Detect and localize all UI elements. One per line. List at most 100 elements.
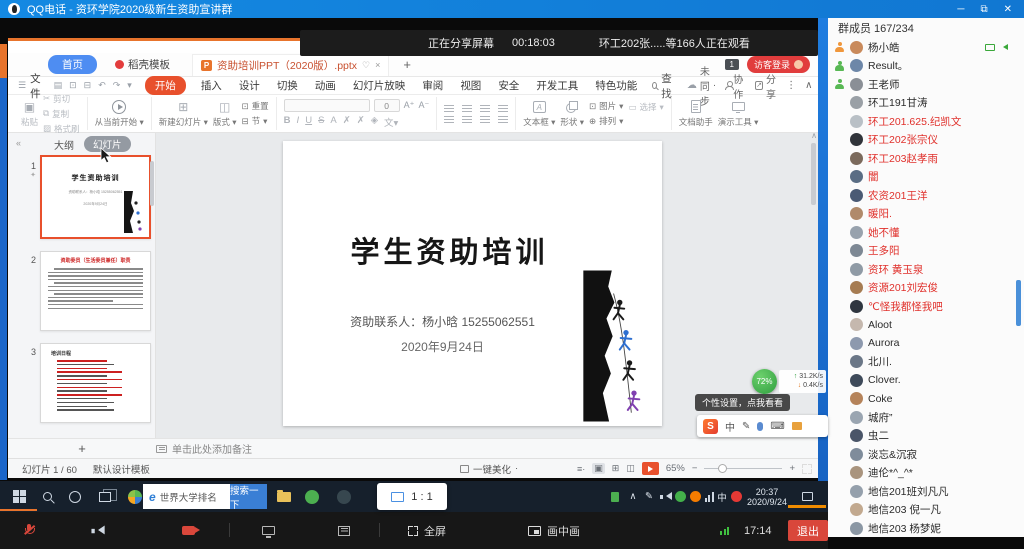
superscript-button[interactable]: ✗ [343,115,351,129]
notification-center-button[interactable] [798,481,816,512]
member-row[interactable]: 环工191甘涛 [828,94,1024,113]
select-button[interactable]: ▭ 选择 ▾ [628,101,663,113]
whiteboard-button[interactable] [338,512,350,549]
redo-icon[interactable]: ↷ [113,80,121,91]
member-row[interactable]: 北川. [828,353,1024,372]
task-view-button[interactable] [94,481,116,512]
tab-outline[interactable]: 大纲 [54,137,74,152]
italic-button[interactable]: I [297,115,300,129]
new-slide-button[interactable]: ⊞新建幻灯片 ▾ [159,99,208,128]
font-size-input[interactable]: 0 [374,99,400,112]
slide-sorter-icon[interactable]: ⊞ [612,463,620,474]
print-icon[interactable]: ⊡ [69,80,77,91]
notes-placeholder[interactable]: 单击此处添加备注 [172,441,252,456]
bullet-list-icon[interactable] [444,104,454,112]
picture-button[interactable]: ⊡ 图片 ▾ [589,100,623,112]
tray-usb-icon[interactable] [608,481,622,512]
member-row[interactable]: 环工203赵孝雨 [828,149,1024,168]
member-row[interactable]: 闇 [828,168,1024,187]
align-right-icon[interactable] [480,115,490,123]
ime-toolbox-icon[interactable] [792,422,802,430]
slide-thumbnail-2[interactable]: 资助委员（生活委员兼任）职责 [40,251,151,331]
design-template-label[interactable]: 默认设计模板 [93,462,150,476]
member-row[interactable]: 资源201刘宏俊 [828,279,1024,298]
zoom-out-icon[interactable]: − [692,463,698,474]
member-row[interactable]: Aurora [828,334,1024,353]
sogou-ime-bar[interactable]: S 中 ✎ ⌨ [697,415,828,437]
reset-button[interactable]: ⊡ 重置 [242,100,269,112]
zoom-slider[interactable] [704,468,782,469]
save-icon[interactable]: ▤ [54,80,63,91]
ime-mode-toggle[interactable]: 中 [725,419,735,434]
doc-helper-button[interactable]: 文档助手 [679,99,713,128]
textbox-button[interactable]: A文本框 ▾ [523,99,555,128]
arrange-button[interactable]: ⊕ 排列 ▾ [589,115,623,127]
search-go-button[interactable]: 搜索一下 [230,484,267,509]
tray-qq-icon[interactable] [672,481,688,512]
paste-button[interactable]: ▣粘贴 [21,99,38,128]
increase-indent-icon[interactable] [498,104,508,112]
tray-expand-icon[interactable]: ∧ [626,481,640,512]
member-row[interactable]: 地信201班刘凡凡 [828,482,1024,501]
zoom-level[interactable]: 65% [666,463,685,474]
justify-icon[interactable] [498,115,508,123]
ribbon-tab[interactable]: 特色功能 [593,77,639,94]
member-row[interactable]: 农资201王洋 [828,186,1024,205]
member-row[interactable]: 暖阳. [828,205,1024,224]
ribbon-tab[interactable]: 幻灯片放映 [351,77,408,94]
tray-pen-icon[interactable]: ✎ [642,481,656,512]
pip-button[interactable]: 画中画 [528,512,580,549]
align-left-icon[interactable] [444,115,454,123]
new-tab-button[interactable]: + [403,57,411,72]
align-center-icon[interactable] [462,115,472,123]
font-color-button[interactable]: A [330,115,336,129]
tab-docer[interactable]: 稻壳模板 [115,57,170,72]
ribbon-tab[interactable]: 审阅 [420,77,445,94]
member-row[interactable]: 淡忘&沉寂 [828,445,1024,464]
app-dark-button[interactable] [332,481,356,512]
strikethrough-button[interactable]: S [318,115,324,129]
tray-volume-icon[interactable] [657,481,673,512]
minimize-icon[interactable]: ─ [957,4,964,15]
tab-home[interactable]: 首页 [48,55,97,74]
ime-mic-icon[interactable] [757,422,763,431]
copy-button[interactable]: ⧉ 复制 [43,108,80,120]
member-row[interactable]: 城府” [828,408,1024,427]
zoom-knob[interactable] [718,464,727,473]
ribbon-tab[interactable]: 开发工具 [534,77,580,94]
numbered-list-icon[interactable] [462,104,472,112]
ribbon-tab[interactable]: 动画 [313,77,338,94]
thumbnail-scrollbar[interactable] [150,161,154,206]
more-icon[interactable]: ⋮ [786,80,796,91]
ribbon-tab[interactable]: 开始 [145,76,186,95]
section-button[interactable]: ⊟ 节 ▾ [242,115,269,127]
print-preview-icon[interactable]: ⊟ [84,80,92,91]
layout-button[interactable]: ◫版式 ▾ [213,99,237,128]
member-row[interactable]: Coke [828,390,1024,409]
member-row[interactable]: 环工201.625.纪凯文 [828,112,1024,131]
ribbon-tab[interactable]: 切换 [275,77,300,94]
start-button[interactable] [8,481,30,512]
ime-keyboard-icon[interactable]: ⌨ [770,421,784,432]
fullscreen-button[interactable]: 全屏 [408,512,446,549]
zoom-in-icon[interactable]: + [789,463,795,474]
member-row[interactable]: Aloot [828,316,1024,335]
slideshow-button[interactable] [642,462,659,475]
reading-view-icon[interactable]: ◫ [626,463,635,474]
sogou-logo-icon[interactable]: S [703,419,718,434]
font-name-input[interactable] [284,99,370,112]
member-row[interactable]: 环工202张宗仪 [828,131,1024,150]
add-slide-button[interactable]: + [8,441,156,456]
file-explorer-button[interactable] [272,481,296,512]
play-from-current-button[interactable]: 从当前开始 ▾ [95,99,144,128]
current-slide[interactable]: 学生资助培训 资助联系人：杨小晗 15255062551 2020年9月24日 [283,141,662,426]
cut-button[interactable]: ✂ 剪切 [43,93,80,105]
normal-view-icon[interactable]: ▣ [592,463,605,474]
speaker-button[interactable] [92,512,103,549]
speed-ball[interactable]: 72% [752,369,777,394]
canvas-scrollbar[interactable] [811,143,816,205]
exit-button[interactable]: 退出 [788,512,828,549]
member-row[interactable]: Result。 [828,57,1024,76]
ribbon-tab[interactable]: 视图 [458,77,483,94]
member-row[interactable]: 地信203 杨梦妮 [828,519,1024,537]
